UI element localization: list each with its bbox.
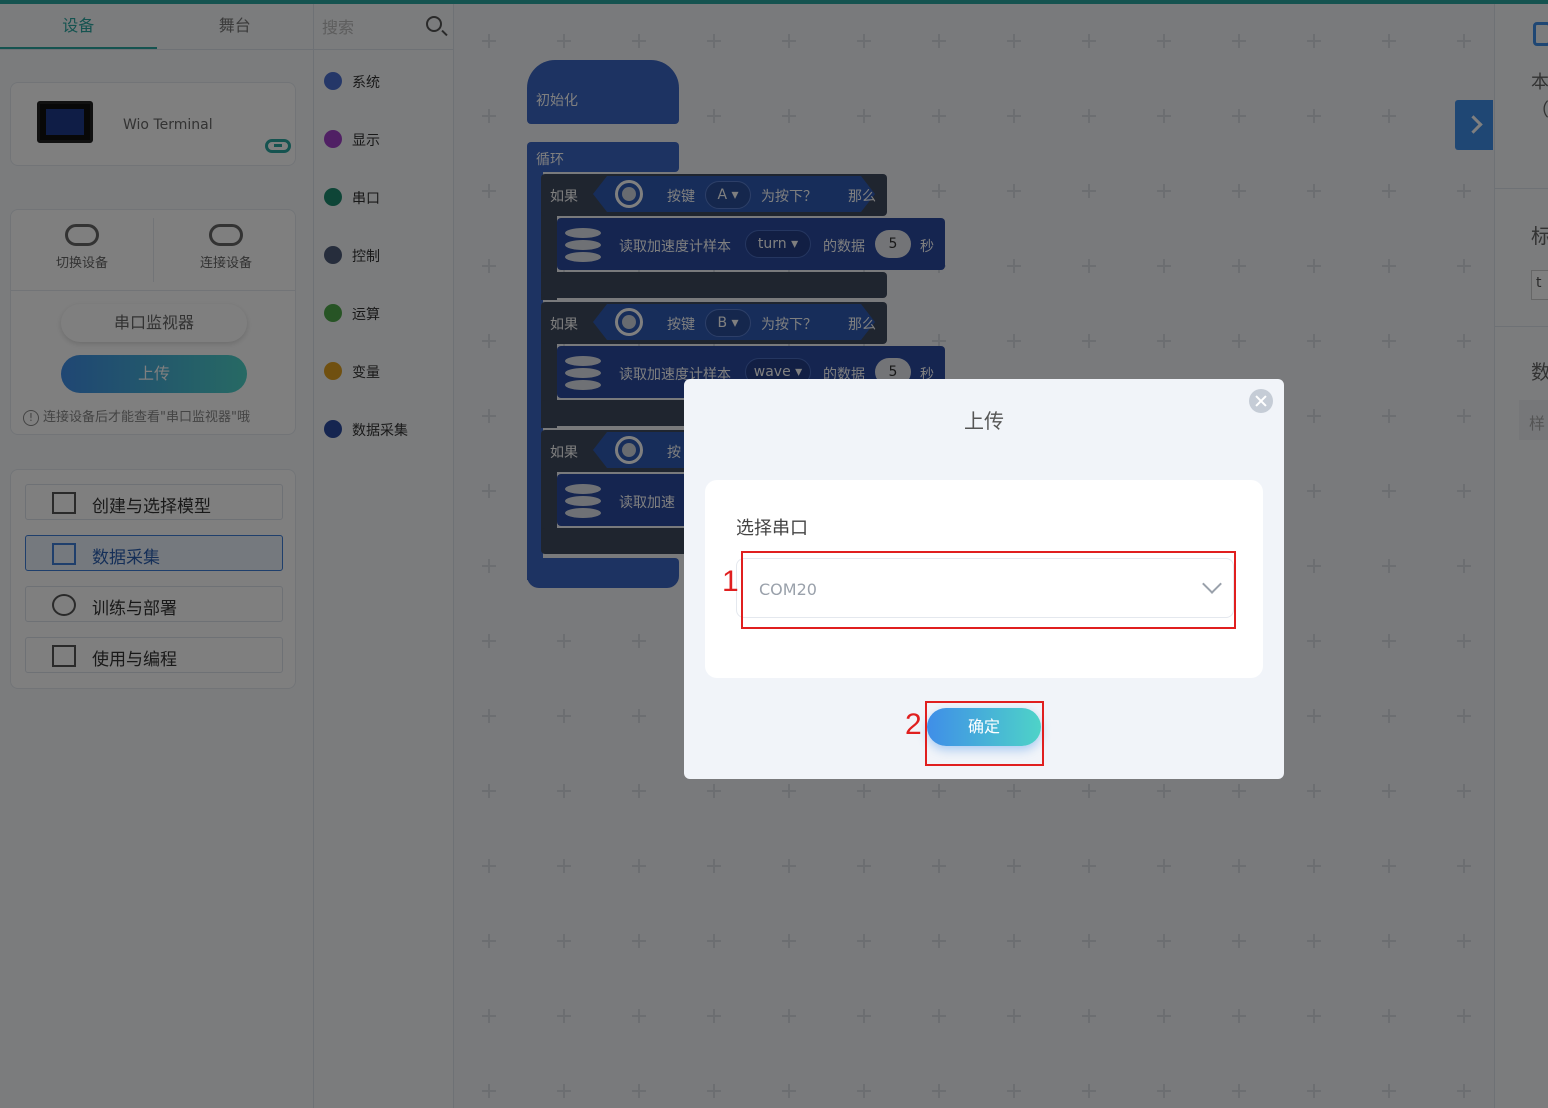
- select-port-label: 选择串口: [736, 518, 808, 539]
- close-icon[interactable]: [1249, 389, 1273, 413]
- annotation-number: 2: [905, 708, 922, 741]
- annotation-box: [741, 551, 1236, 629]
- annotation-number: 1: [722, 565, 739, 598]
- dialog-title: 上传: [964, 409, 1004, 433]
- annotation-box: [925, 701, 1044, 766]
